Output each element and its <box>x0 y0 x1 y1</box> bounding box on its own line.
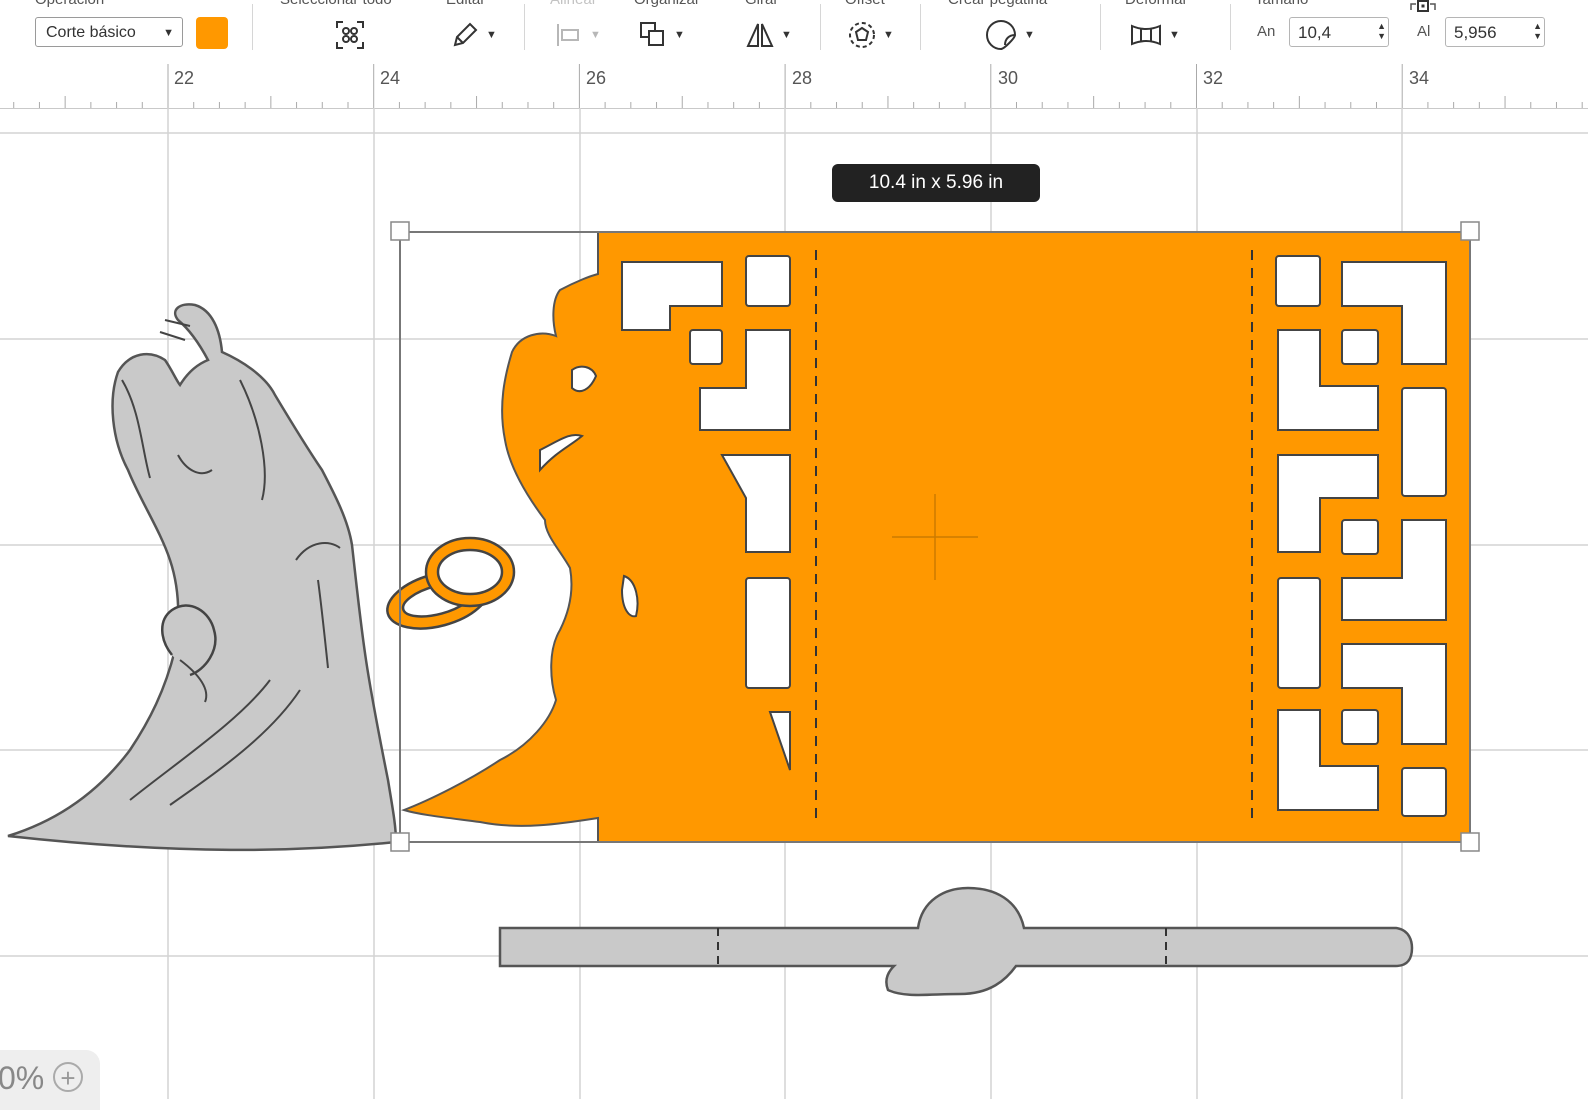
dimension-badge: 10.4 in x 5.96 in <box>832 164 1040 202</box>
zoom-control: 0% + <box>0 1050 100 1110</box>
zoom-in-icon[interactable]: + <box>53 1062 83 1092</box>
resize-handle-top-left[interactable] <box>390 221 410 241</box>
resize-handle-bottom-right[interactable] <box>1460 832 1480 852</box>
resize-handle-bottom-left[interactable] <box>390 832 410 852</box>
zoom-level: 0% <box>0 1060 45 1096</box>
design-canvas[interactable] <box>0 0 1588 1099</box>
belly-band-gray[interactable] <box>498 886 1414 997</box>
couple-silhouette-gray[interactable] <box>7 303 398 852</box>
resize-handle-top-right[interactable] <box>1460 221 1480 241</box>
